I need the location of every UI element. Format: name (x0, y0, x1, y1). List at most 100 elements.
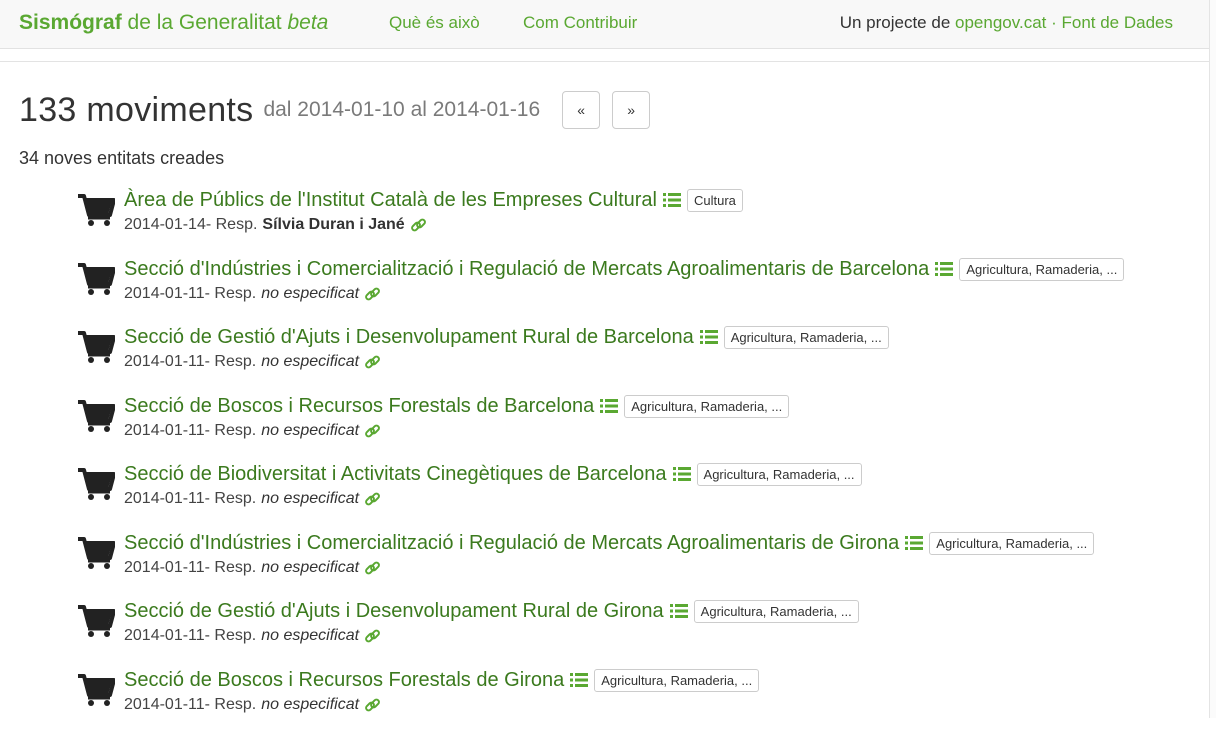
category-tag[interactable]: Agricultura, Ramaderia, ... (624, 394, 790, 418)
category-tag[interactable]: Agricultura, Ramaderia, ... (929, 531, 1095, 555)
entity-meta: 2014-01-11 - Resp. no especificat (124, 696, 381, 714)
brand-bold: Sismógraf (19, 11, 122, 34)
category-tag[interactable]: Cultura (686, 188, 743, 212)
resp-label: - Resp. (204, 559, 257, 576)
responsible-person: no especificat (261, 422, 360, 439)
data-source-link[interactable]: Font de Dades (1061, 13, 1173, 32)
entity-date: 2014-01-14 (124, 216, 206, 233)
project-credit: Un projecte de opengov.cat · Font de Dad… (840, 13, 1173, 33)
list-icon[interactable] (669, 603, 688, 619)
nav-link-com-contribuir[interactable]: Com Contribuir (523, 13, 637, 33)
entity-list-item: Secció d'Indústries i Comercialització i… (0, 528, 1209, 596)
entity-date: 2014-01-11 (124, 422, 205, 439)
entity-name-link[interactable]: Secció de Biodiversitat i Activitats Cin… (124, 463, 667, 486)
responsible-person: no especificat (261, 490, 360, 507)
window-edge (1209, 0, 1216, 718)
entity-meta: 2014-01-14 - Resp. Sílvia Duran i Jané (124, 216, 427, 234)
link-icon[interactable] (364, 628, 381, 645)
category-tag[interactable]: Agricultura, Ramaderia, ... (696, 462, 862, 486)
entity-title-line: Secció d'Indústries i Comercialització i… (124, 528, 1095, 558)
resp-label: - Resp. (204, 285, 257, 302)
link-icon[interactable] (364, 423, 381, 440)
project-prefix: Un projecte de (839, 13, 955, 32)
link-icon[interactable] (364, 560, 381, 577)
opengov-link[interactable]: opengov.cat (955, 13, 1046, 32)
entity-list-item: Secció de Biodiversitat i Activitats Cin… (0, 459, 1209, 527)
entity-name-link[interactable]: Secció d'Indústries i Comercialització i… (124, 532, 899, 555)
entity-name-link[interactable]: Secció de Boscos i Recursos Forestals de… (124, 669, 564, 692)
page-headline: 133 moviments dal 2014-01-10 al 2014-01-… (19, 86, 651, 134)
shopping-cart-icon (78, 537, 115, 569)
new-entities-subtitle: 34 noves entitats creades (19, 148, 225, 168)
entity-name-link[interactable]: Secció de Gestió d'Ajuts i Desenvolupame… (124, 326, 694, 349)
top-navbar: Sismógraf de la Generalitat beta Què és … (0, 0, 1216, 49)
brand-logo-link[interactable]: Sismógraf de la Generalitat beta (19, 11, 328, 35)
responsible-person: no especificat (261, 627, 360, 644)
entity-meta: 2014-01-11 - Resp. no especificat (124, 559, 381, 577)
category-tag[interactable]: Agricultura, Ramaderia, ... (959, 257, 1125, 281)
list-icon[interactable] (699, 329, 718, 345)
entity-title-line: Secció de Gestió d'Ajuts i Desenvolupame… (124, 322, 889, 352)
entity-list-item: Secció de Boscos i Recursos Forestals de… (0, 665, 1209, 733)
resp-label: - Resp. (205, 216, 258, 233)
list-icon[interactable] (905, 535, 924, 551)
content-divider (0, 61, 1209, 62)
nav-link-que-es-aixo[interactable]: Què és això (389, 13, 480, 33)
entity-date: 2014-01-11 (124, 696, 205, 713)
list-icon[interactable] (600, 398, 619, 414)
resp-label: - Resp. (204, 353, 257, 370)
responsible-person: Sílvia Duran i Jané (262, 216, 405, 233)
entity-name-link[interactable]: Àrea de Públics de l'Institut Català de … (124, 189, 657, 212)
resp-label: - Resp. (204, 490, 257, 507)
entity-meta: 2014-01-11 - Resp. no especificat (124, 285, 381, 303)
category-tag[interactable]: Agricultura, Ramaderia, ... (693, 599, 859, 623)
entity-meta: 2014-01-11 - Resp. no especificat (124, 422, 381, 440)
entity-date: 2014-01-11 (124, 285, 205, 302)
responsible-person: no especificat (261, 696, 360, 713)
entity-date: 2014-01-11 (124, 559, 205, 576)
entity-date: 2014-01-11 (124, 490, 205, 507)
list-icon[interactable] (570, 672, 589, 688)
entity-meta: 2014-01-11 - Resp. no especificat (124, 490, 381, 508)
list-icon[interactable] (935, 261, 954, 277)
brand-beta: beta (287, 11, 329, 34)
resp-label: - Resp. (204, 422, 257, 439)
list-icon[interactable] (662, 192, 681, 208)
responsible-person: no especificat (261, 353, 360, 370)
shopping-cart-icon (78, 263, 115, 295)
date-range: dal 2014-01-10 al 2014-01-16 (263, 98, 541, 121)
entity-title-line: Àrea de Públics de l'Institut Català de … (124, 185, 743, 215)
next-week-button[interactable]: » (612, 91, 651, 129)
category-tag[interactable]: Agricultura, Ramaderia, ... (723, 325, 889, 349)
shopping-cart-icon (78, 468, 115, 500)
entity-date: 2014-01-11 (124, 627, 205, 644)
resp-label: - Resp. (204, 696, 257, 713)
entity-list-item: Àrea de Públics de l'Institut Català de … (0, 185, 1209, 253)
previous-week-button[interactable]: « (562, 91, 601, 129)
category-tag[interactable]: Agricultura, Ramaderia, ... (594, 668, 760, 692)
resp-label: - Resp. (204, 627, 257, 644)
responsible-person: no especificat (261, 559, 360, 576)
shopping-cart-icon (78, 331, 115, 363)
shopping-cart-icon (78, 674, 115, 706)
shopping-cart-icon (78, 605, 115, 637)
entity-title-line: Secció de Boscos i Recursos Forestals de… (124, 665, 760, 695)
responsible-person: no especificat (261, 285, 360, 302)
entity-name-link[interactable]: Secció de Gestió d'Ajuts i Desenvolupame… (124, 600, 664, 623)
movements-count: 133 moviments (19, 90, 254, 129)
entity-name-link[interactable]: Secció d'Indústries i Comercialització i… (124, 258, 929, 281)
entity-meta: 2014-01-11 - Resp. no especificat (124, 353, 381, 371)
link-icon[interactable] (364, 354, 381, 371)
shopping-cart-icon (78, 194, 115, 226)
link-icon[interactable] (364, 491, 381, 508)
credit-separator: · (1046, 13, 1062, 32)
entity-title-line: Secció de Biodiversitat i Activitats Cin… (124, 459, 862, 489)
entity-list-item: Secció de Boscos i Recursos Forestals de… (0, 391, 1209, 459)
entity-name-link[interactable]: Secció de Boscos i Recursos Forestals de… (124, 395, 594, 418)
link-icon[interactable] (364, 286, 381, 303)
link-icon[interactable] (410, 217, 427, 234)
link-icon[interactable] (364, 697, 381, 714)
shopping-cart-icon (78, 400, 115, 432)
brand-middle: de la Generalitat (121, 11, 288, 34)
list-icon[interactable] (672, 466, 691, 482)
